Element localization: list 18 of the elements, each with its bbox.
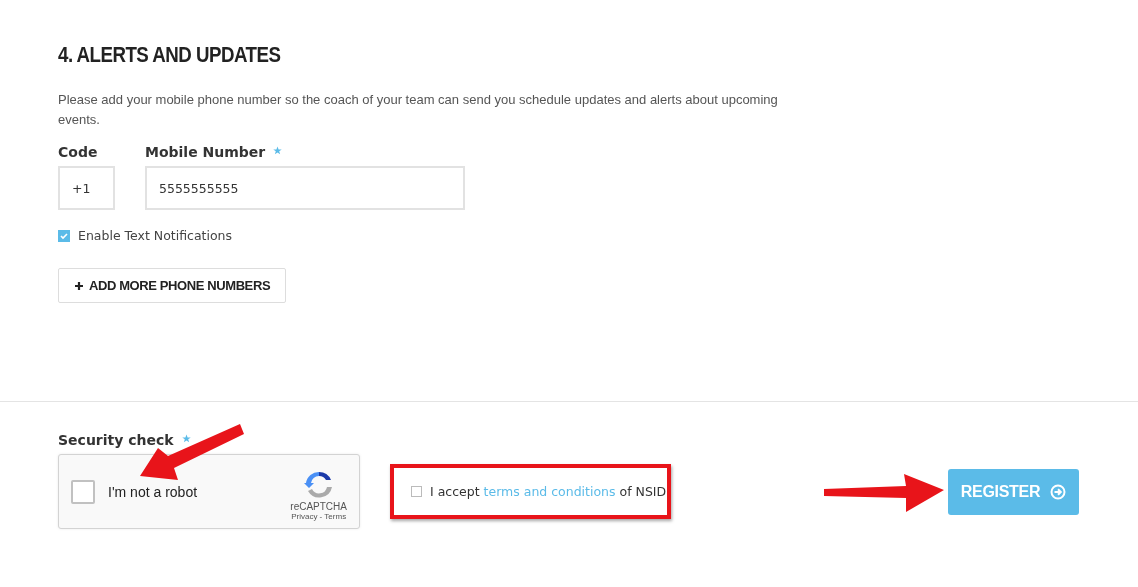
captcha-brand: reCAPTCHA (290, 500, 347, 512)
section-heading: 4. ALERTS AND UPDATES (58, 42, 282, 68)
checkbox-label: Enable Text Notifications (78, 228, 233, 243)
captcha-links[interactable]: Privacy - Terms (291, 511, 347, 521)
terms-text: I accept terms and conditions of NSID (430, 484, 667, 499)
captcha-checkbox[interactable] (71, 479, 95, 504)
arrow-circle-icon (1050, 483, 1067, 500)
field-label: Mobile Number (145, 144, 266, 160)
section-description: Please add your mobile phone number so the coach of your team can send you schedule updates and alerts about upcoming events. (58, 91, 779, 129)
captcha-label: I'm not a robot (108, 483, 199, 500)
field-label: Security check (58, 432, 174, 448)
plus-icon (74, 280, 84, 291)
mobile-number-field[interactable]: 5555555555 (145, 166, 465, 210)
terms-checkbox[interactable] (411, 486, 422, 497)
add-phone-button[interactable]: ADD MORE PHONE NUMBERS (58, 268, 287, 303)
field-label: Code (58, 144, 99, 160)
checkbox[interactable] (58, 229, 70, 242)
code-field[interactable]: +1 (58, 166, 115, 210)
